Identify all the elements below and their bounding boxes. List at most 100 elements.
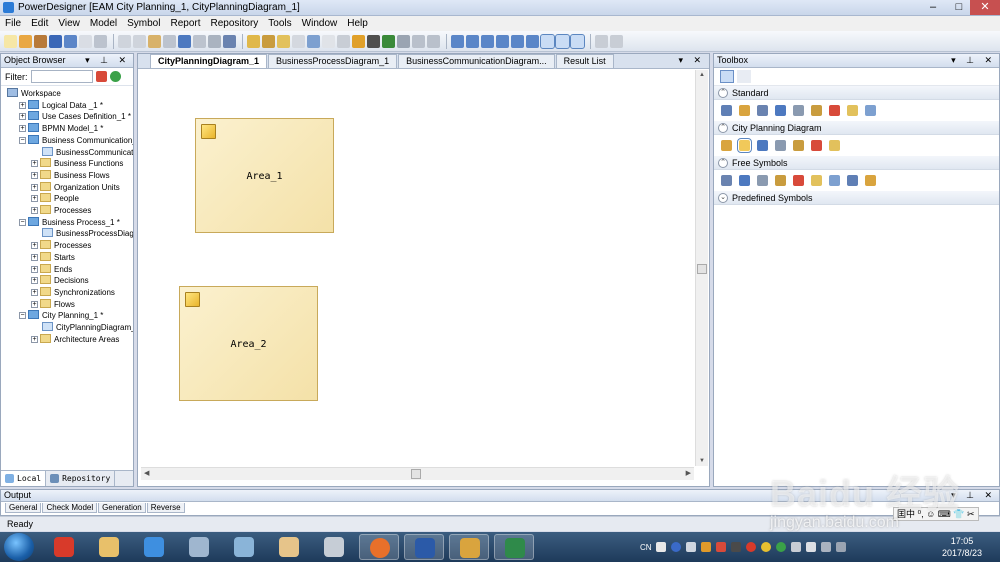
scroll-left-icon[interactable]: ◀ — [144, 469, 149, 477]
tab-businesscommunicationdiagram[interactable]: BusinessCommunicationDiagram... — [398, 54, 555, 68]
tray-app-icon[interactable] — [835, 542, 846, 552]
view-mode-1-icon[interactable] — [540, 33, 555, 49]
align-bottom-icon[interactable] — [466, 34, 479, 48]
menu-help[interactable]: Help — [347, 18, 368, 29]
distribute-icon[interactable] — [526, 34, 539, 48]
delete-icon[interactable] — [829, 105, 840, 116]
menu-file[interactable]: File — [5, 18, 21, 29]
symbol-icon[interactable] — [307, 34, 320, 48]
tab-cityplanningdiagram[interactable]: CityPlanningDiagram_1 — [150, 54, 268, 68]
tree-node[interactable]: + Business Functions — [31, 158, 123, 169]
expand-icon[interactable]: + — [31, 195, 38, 203]
minimize-button[interactable]: – — [920, 0, 946, 15]
volume-icon[interactable] — [805, 542, 816, 552]
redo-icon[interactable] — [193, 34, 206, 48]
vertical-scroll-thumb[interactable] — [697, 264, 707, 274]
toolbox-group-header[interactable]: ⌃ City Planning Diagram — [714, 121, 999, 135]
expand-icon[interactable]: + — [31, 160, 38, 168]
expand-icon[interactable]: + — [31, 171, 38, 179]
expand-group-icon[interactable]: ⌄ — [718, 192, 728, 203]
vertical-scrollbar[interactable]: ▲ ▼ — [695, 70, 708, 466]
align-top-icon[interactable] — [451, 34, 464, 48]
tree-node[interactable]: + Architecture Areas — [31, 333, 119, 345]
rounded-rectangle-icon[interactable] — [829, 175, 840, 186]
properties-icon[interactable] — [811, 105, 822, 116]
taskbar-app-3[interactable] — [134, 534, 174, 560]
tab-repository[interactable]: Repository — [46, 471, 116, 486]
ime-icon[interactable] — [655, 542, 666, 552]
grid-icon[interactable] — [292, 34, 305, 48]
taskbar-app-9[interactable] — [404, 534, 444, 560]
taskbar-app-6[interactable] — [269, 534, 309, 560]
tree-node[interactable]: + Logical Data _1 * — [19, 99, 103, 111]
taskbar-app-8[interactable] — [359, 534, 399, 560]
rectangle-icon[interactable] — [793, 175, 804, 186]
tree-node[interactable]: − Business Communication_ — [19, 134, 133, 146]
hardware-icon[interactable] — [811, 140, 822, 151]
toolbox-group-header[interactable]: ⌃ Free Symbols — [714, 156, 999, 170]
expand-icon[interactable]: + — [19, 113, 26, 121]
open-icon[interactable] — [19, 34, 32, 48]
tree-node[interactable]: + People — [31, 193, 79, 204]
tree-node[interactable]: + BPMN Model_1 * — [19, 123, 103, 134]
tree-node[interactable]: − Business Process_1 * — [19, 216, 120, 228]
collapse-icon[interactable]: − — [19, 312, 26, 320]
clock[interactable]: 17:05 2017/8/23 — [934, 535, 990, 559]
tree-node[interactable]: + Organization Units — [31, 181, 120, 193]
tray-app-icon[interactable] — [760, 542, 771, 552]
layout-icon[interactable] — [337, 34, 350, 48]
paste-icon[interactable] — [148, 34, 161, 48]
component-icon[interactable] — [793, 140, 804, 151]
note-icon[interactable] — [721, 175, 732, 186]
delete-icon[interactable] — [163, 34, 176, 48]
expand-icon[interactable]: + — [31, 242, 38, 250]
area-icon[interactable] — [737, 138, 752, 153]
tree-node[interactable]: BusinessCommunicati — [31, 146, 133, 158]
document-icon[interactable] — [829, 140, 840, 151]
database-icon[interactable] — [775, 140, 786, 151]
tray-app-icon[interactable] — [700, 542, 711, 552]
arc-icon[interactable] — [775, 175, 786, 186]
icon-view-icon[interactable] — [720, 70, 734, 83]
menu-repository[interactable]: Repository — [210, 18, 258, 29]
expand-icon[interactable]: + — [31, 277, 38, 285]
site-icon[interactable] — [721, 140, 732, 151]
settings-tray-icon[interactable] — [685, 542, 696, 552]
language-indicator[interactable]: CN — [640, 543, 652, 552]
fill-icon[interactable] — [397, 34, 410, 48]
tree-node[interactable]: BusinessProcessDiagr — [31, 228, 133, 239]
expand-icon[interactable]: + — [19, 101, 26, 109]
area-symbol-1[interactable]: Area_1 — [195, 118, 334, 233]
rectangle-tool-icon[interactable] — [322, 34, 335, 48]
tree-node[interactable]: + Flows — [31, 298, 75, 310]
tree-node[interactable]: Workspace — [7, 88, 61, 99]
tray-app-icon[interactable] — [715, 542, 726, 552]
expand-icon[interactable]: + — [31, 207, 38, 214]
tab-local[interactable]: Local — [1, 471, 47, 486]
collapse-group-icon[interactable]: ⌃ — [718, 157, 728, 168]
pencil-icon[interactable] — [352, 34, 365, 48]
taskbar-app-7[interactable] — [314, 534, 354, 560]
toolbox-group-header[interactable]: ⌃ Standard — [714, 86, 999, 100]
menu-view[interactable]: View — [58, 18, 80, 29]
menu-report[interactable]: Report — [170, 18, 200, 29]
tab-generation[interactable]: Generation — [98, 503, 146, 513]
tab-check-model[interactable]: Check Model — [42, 503, 98, 513]
tray-app-icon[interactable] — [775, 542, 786, 552]
new-icon[interactable] — [4, 34, 17, 48]
taskbar-app-11[interactable] — [494, 534, 534, 560]
expand-icon[interactable]: + — [31, 183, 38, 191]
polygon-icon[interactable] — [865, 175, 876, 186]
align-center-icon[interactable] — [511, 34, 524, 48]
open-project-icon[interactable] — [34, 34, 47, 48]
tree-node[interactable]: + Ends — [31, 263, 72, 275]
collapse-icon[interactable]: − — [19, 218, 26, 226]
parent-package-icon[interactable] — [262, 34, 275, 48]
menu-window[interactable]: Window — [302, 18, 338, 29]
expand-icon[interactable]: + — [31, 335, 38, 343]
menu-tools[interactable]: Tools — [268, 18, 291, 29]
scroll-right-icon[interactable]: ▶ — [686, 469, 691, 477]
tray-app-icon[interactable] — [730, 542, 741, 552]
model-options-icon[interactable] — [223, 34, 236, 48]
align-left-icon[interactable] — [481, 34, 494, 48]
